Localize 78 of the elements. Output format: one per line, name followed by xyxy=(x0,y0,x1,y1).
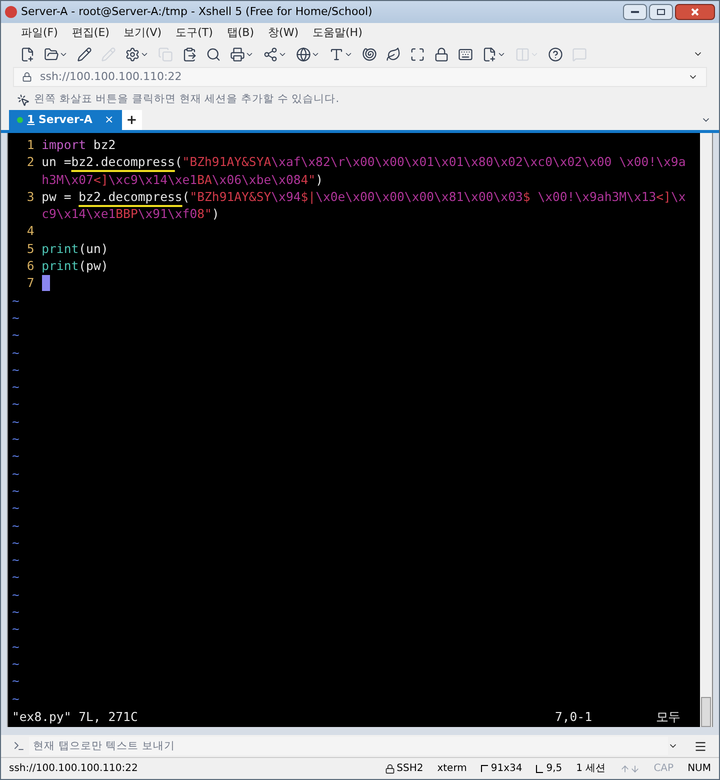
line-number: 3 xyxy=(26,188,36,206)
line-number: 6 xyxy=(26,258,36,276)
empty-line-marker: ~ xyxy=(12,466,20,483)
address-field[interactable]: ssh://100.100.100.110:22 xyxy=(13,67,707,87)
app-logo-icon xyxy=(5,6,17,18)
empty-line-marker: ~ xyxy=(12,621,20,638)
status-text: SSH2 xyxy=(396,762,424,776)
empty-line-marker: ~ xyxy=(12,327,20,344)
code-line: import bz2 xyxy=(42,137,117,154)
new-tab-button[interactable]: + xyxy=(122,110,142,130)
scroll-position: 모두 xyxy=(656,708,680,726)
window-title: Server-A - root@Server-A:/tmp - Xshell 5 (Free for Home/School) xyxy=(21,4,372,20)
status-text: ssh://100.100.100.110:22 xyxy=(9,762,138,776)
empty-line-marker: ~ xyxy=(12,310,20,327)
menu-item[interactable]: 탭(B) xyxy=(226,24,254,42)
lock-icon xyxy=(22,72,32,82)
empty-line-marker: ~ xyxy=(12,414,20,431)
status-text: xterm xyxy=(437,762,467,776)
menu-item[interactable]: 도움말(H) xyxy=(312,24,362,42)
line-number: 1 xyxy=(26,137,36,154)
line-number: 4 xyxy=(26,223,36,240)
empty-line-marker: ~ xyxy=(12,362,20,379)
empty-line-marker: ~ xyxy=(12,482,20,500)
hint-text: 왼쪽 화살표 버튼을 클릭하면 현재 세션을 추가할 수 있습니다. xyxy=(34,92,340,108)
line-number: 5 xyxy=(26,240,36,258)
code-line: print(un) xyxy=(42,240,110,258)
empty-line-marker: ~ xyxy=(12,500,20,518)
empty-line-marker: ~ xyxy=(12,292,20,310)
lock-icon xyxy=(384,764,395,774)
line-number: 2 xyxy=(26,154,36,172)
tab-label: 1 Server-A xyxy=(27,112,92,128)
file-info: "ex8.py" 7L, 271C xyxy=(12,708,138,726)
close-button[interactable] xyxy=(675,4,715,20)
empty-line-marker: ~ xyxy=(12,448,20,466)
close-icon xyxy=(691,8,699,16)
terminal[interactable] xyxy=(7,133,713,727)
transfer-arrows-icon xyxy=(620,764,640,774)
code-line: un =bz2.decompress("BZh91AY&SYA\xaf\x82\r\x00\x00\x01\x01\x80\x02\xc0\x02\x00 \x00!\x9ah3M\x07<]\xc9\x14\xe1BA\x06\xbe\x084") xyxy=(42,154,687,189)
menu-item[interactable]: 편집(E) xyxy=(72,24,110,42)
menu-item[interactable]: 파일(F) xyxy=(21,24,58,42)
empty-line-marker: ~ xyxy=(12,656,20,673)
empty-line-marker: ~ xyxy=(12,396,20,414)
minimize-button[interactable] xyxy=(623,4,647,20)
status-text: CAP xyxy=(654,762,674,776)
status-text: 1 세션 xyxy=(576,762,606,776)
empty-line-marker: ~ xyxy=(12,586,20,604)
empty-line-marker: ~ xyxy=(12,431,20,448)
code-line: print(pw) xyxy=(42,258,110,276)
empty-line-marker: ~ xyxy=(12,552,20,570)
menu-item[interactable]: 도구(T) xyxy=(176,24,213,42)
empty-line-marker: ~ xyxy=(12,569,20,586)
empty-line-marker: ~ xyxy=(12,379,20,396)
menu-item[interactable]: 창(W) xyxy=(268,24,298,42)
menu-item[interactable]: 보기(V) xyxy=(123,24,162,42)
empty-line-marker: ~ xyxy=(12,344,20,362)
pointer-icon xyxy=(17,94,30,106)
empty-line-marker: ~ xyxy=(12,604,20,622)
status-text: 9,5 xyxy=(546,762,562,776)
status-text: NUM xyxy=(688,762,711,776)
empty-line-marker: ~ xyxy=(12,534,20,552)
cursor-position: 7,0-1 xyxy=(554,708,592,726)
tab-close-button[interactable]: × xyxy=(104,112,114,128)
session-tab[interactable]: 1 Server-A × xyxy=(9,110,122,130)
terminal-icon xyxy=(13,740,25,752)
maximize-button[interactable] xyxy=(649,4,673,20)
menu-icon[interactable] xyxy=(694,740,707,752)
code-line: pw = bz2.decompress("BZh91AY&SY\x94$|\x0e\x00\x00\x00\x81\x00\x03$ \x00!\x9ah3M\x13<]\xc9\x14\xe1BBP\x91\xf08") xyxy=(42,188,687,224)
empty-line-marker: ~ xyxy=(12,518,20,535)
send-text-field[interactable]: 현재 탭으로만 텍스트 보내기 xyxy=(29,737,668,755)
scrollbar[interactable] xyxy=(700,133,712,727)
cursor-pos-icon xyxy=(536,764,544,772)
status-text: 91x34 xyxy=(490,762,522,776)
corner-icon xyxy=(480,765,488,772)
empty-line-marker: ~ xyxy=(12,690,20,708)
empty-line-marker: ~ xyxy=(12,673,20,690)
empty-line-marker: ~ xyxy=(12,638,20,656)
line-number: 7 xyxy=(26,275,36,292)
text-cursor xyxy=(42,275,50,292)
